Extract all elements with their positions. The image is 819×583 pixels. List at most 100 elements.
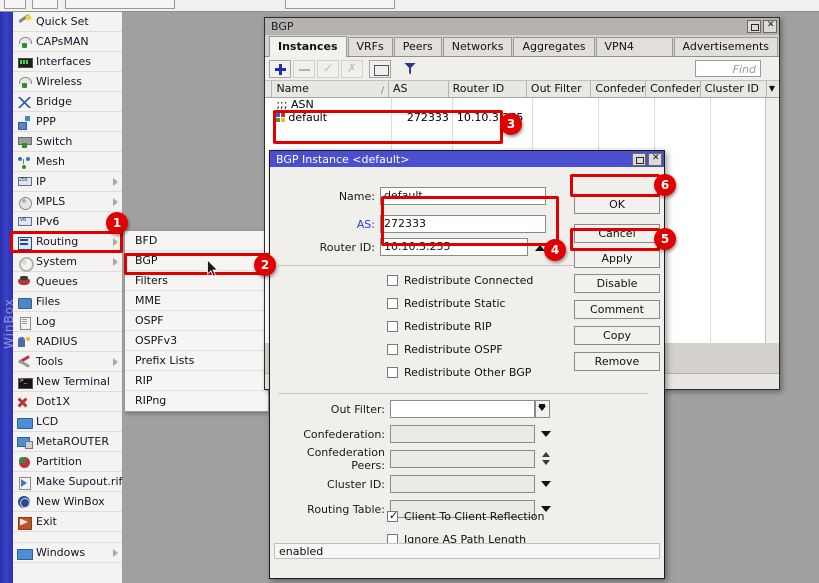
cancel-button[interactable]: Cancel — [574, 224, 660, 243]
field-input[interactable] — [390, 450, 535, 468]
toolbar-button-1[interactable] — [4, 0, 26, 9]
filter-icon[interactable] — [399, 60, 421, 78]
sidebar-item-new-terminal[interactable]: New Terminal — [13, 372, 122, 392]
disable-button[interactable]: Disable — [574, 274, 660, 293]
tab-instances[interactable]: Instances — [269, 36, 347, 57]
sidebar-item-lcd[interactable]: LCD — [13, 412, 122, 432]
checkbox-box[interactable] — [387, 511, 398, 522]
submenu-item-rip[interactable]: RIP — [125, 371, 268, 391]
sidebar-item-quick-set[interactable]: Quick Set — [13, 12, 122, 32]
sidebar-item-make-supout-rif[interactable]: Make Supout.rif — [13, 472, 122, 492]
sidebar-item-tools[interactable]: Tools — [13, 352, 122, 372]
chevron-down-icon[interactable] — [539, 475, 554, 493]
add-button[interactable] — [269, 60, 291, 78]
column-header-3[interactable]: Out Filter — [527, 81, 591, 97]
remove-button[interactable]: Remove — [574, 352, 660, 371]
toolbar-button-2[interactable] — [32, 0, 58, 9]
checkbox-redistribute-rip[interactable]: Redistribute RIP — [387, 320, 492, 333]
sidebar-item-switch[interactable]: Switch — [13, 132, 122, 152]
close-icon[interactable] — [763, 20, 777, 33]
comment-button[interactable]: Comment — [574, 300, 660, 319]
router-id-input[interactable]: 10.10.3.255 — [380, 238, 528, 256]
tab-vrfs[interactable]: VRFs — [348, 37, 393, 56]
column-menu-button[interactable]: ▼ — [767, 81, 779, 97]
dialog-close-icon[interactable] — [648, 153, 662, 166]
sidebar-item-mpls[interactable]: MPLS — [13, 192, 122, 212]
tab-peers[interactable]: Peers — [394, 37, 442, 56]
tab-aggregates[interactable]: Aggregates — [513, 37, 594, 56]
sidebar-item-bridge[interactable]: Bridge — [13, 92, 122, 112]
field-input[interactable] — [390, 425, 535, 443]
checkbox-client-to-client-reflection[interactable]: Client To Client Reflection — [387, 510, 545, 523]
sidebar-item-queues[interactable]: Queues — [13, 272, 122, 292]
checkbox-redistribute-ospf[interactable]: Redistribute OSPF — [387, 343, 503, 356]
table-row[interactable]: default27233310.10.3.255 — [265, 111, 779, 124]
submenu-item-filters[interactable]: Filters — [125, 271, 268, 291]
comment-button[interactable] — [369, 60, 391, 78]
submenu-item-prefix-lists[interactable]: Prefix Lists — [125, 351, 268, 371]
sidebar-item-mesh[interactable]: Mesh — [13, 152, 122, 172]
sidebar-item-routing[interactable]: Routing — [13, 232, 122, 252]
checkbox-box[interactable] — [387, 344, 398, 355]
apply-button[interactable]: Apply — [574, 249, 660, 268]
field-input[interactable] — [390, 475, 535, 493]
sidebar-item-wireless[interactable]: Wireless — [13, 72, 122, 92]
tab-networks[interactable]: Networks — [443, 37, 513, 56]
tab-vpn4-routes[interactable]: VPN4 Routes — [596, 37, 673, 56]
submenu-item-bfd[interactable]: BFD — [125, 231, 268, 251]
sidebar-item-capsman[interactable]: CAPsMAN — [13, 32, 122, 52]
dialog-titlebar[interactable]: BGP Instance <default> — [270, 151, 664, 167]
bgp-window-titlebar[interactable]: BGP — [265, 18, 779, 35]
submenu-item-bgp[interactable]: BGP — [125, 251, 268, 271]
checkbox-redistribute-other-bgp[interactable]: Redistribute Other BGP — [387, 366, 531, 379]
maximize-icon[interactable] — [747, 20, 761, 33]
remove-button[interactable] — [293, 60, 315, 78]
sidebar-item-windows[interactable]: Windows — [13, 543, 122, 563]
tab-advertisements[interactable]: Advertisements — [674, 37, 778, 56]
sidebar-item-radius[interactable]: RADIUS — [13, 332, 122, 352]
column-header-2[interactable]: Router ID — [449, 81, 527, 97]
checkbox-box[interactable] — [387, 298, 398, 309]
checkbox-redistribute-connected[interactable]: Redistribute Connected — [387, 274, 533, 287]
sidebar-item-system[interactable]: System — [13, 252, 122, 272]
sidebar-item-log[interactable]: Log — [13, 312, 122, 332]
dialog-maximize-icon[interactable] — [632, 153, 646, 166]
name-input[interactable]: default — [380, 187, 546, 205]
vertical-scrollbar[interactable] — [765, 98, 779, 343]
enable-button[interactable] — [317, 60, 339, 78]
toolbar-search-field[interactable] — [285, 0, 395, 9]
table-row[interactable]: ;;; ASN — [265, 98, 779, 111]
submenu-item-ospf[interactable]: OSPF — [125, 311, 268, 331]
sidebar-item-ip[interactable]: IP — [13, 172, 122, 192]
sidebar-item-metarouter[interactable]: MetaROUTER — [13, 432, 122, 452]
sidebar-item-partition[interactable]: Partition — [13, 452, 122, 472]
sidebar-item-interfaces[interactable]: Interfaces — [13, 52, 122, 72]
toolbar-address-field[interactable] — [65, 0, 175, 9]
sidebar-item-ppp[interactable]: PPP — [13, 112, 122, 132]
column-header-0[interactable]: Name/ — [272, 81, 389, 97]
sidebar-item-exit[interactable]: Exit — [13, 512, 122, 532]
sidebar-item-files[interactable]: Files — [13, 292, 122, 312]
checkbox-box[interactable] — [387, 367, 398, 378]
checkbox-redistribute-static[interactable]: Redistribute Static — [387, 297, 506, 310]
checkbox-box[interactable] — [387, 275, 398, 286]
field-input[interactable] — [390, 400, 535, 418]
column-header-6[interactable]: Cluster ID — [701, 81, 767, 97]
stepper-icon[interactable] — [539, 450, 554, 468]
checkbox-box[interactable] — [387, 321, 398, 332]
ok-button[interactable]: OK — [574, 195, 660, 214]
sidebar-item-new-winbox[interactable]: New WinBox — [13, 492, 122, 512]
submenu-item-ripng[interactable]: RIPng — [125, 391, 268, 411]
submenu-item-ospfv3[interactable]: OSPFv3 — [125, 331, 268, 351]
submenu-item-mme[interactable]: MME — [125, 291, 268, 311]
sidebar-item-dot1x[interactable]: Dot1X — [13, 392, 122, 412]
copy-button[interactable]: Copy — [574, 326, 660, 345]
dropdown-button[interactable] — [535, 400, 550, 418]
disable-button[interactable] — [341, 60, 363, 78]
column-header-5[interactable]: Confeder... — [646, 81, 701, 97]
chevron-down-icon[interactable] — [539, 425, 554, 443]
column-header-4[interactable]: Confeder... — [591, 81, 646, 97]
as-input[interactable]: 272333 — [380, 215, 546, 233]
find-input[interactable]: Find — [695, 60, 761, 77]
column-header-1[interactable]: AS — [389, 81, 449, 97]
